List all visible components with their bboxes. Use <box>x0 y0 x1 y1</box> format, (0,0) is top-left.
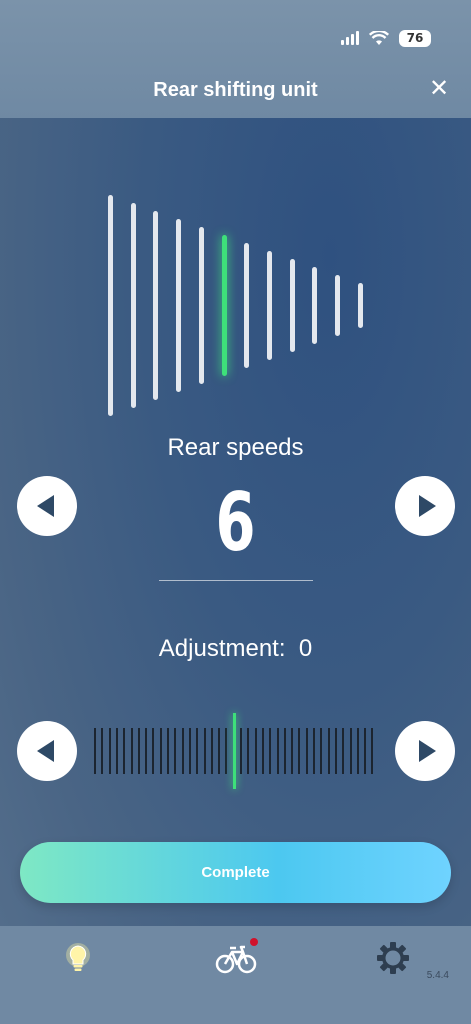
adjustment-tick <box>261 728 264 774</box>
gear-bar <box>108 195 113 416</box>
wifi-icon <box>369 30 389 45</box>
divider <box>159 580 313 581</box>
lightbulb-icon <box>66 943 90 971</box>
adjustment-tick <box>283 728 286 774</box>
complete-button[interactable]: Complete <box>20 842 451 903</box>
adjustment-tick <box>181 728 184 774</box>
adjustment-tick <box>145 728 148 774</box>
adjustment-tick <box>174 728 177 774</box>
gear-bar <box>221 235 227 376</box>
status-bar: 76 <box>341 28 431 48</box>
gear-bar <box>176 219 182 392</box>
adjustment-tick <box>188 728 191 774</box>
close-icon[interactable]: ✕ <box>429 77 449 101</box>
page-title: Rear shifting unit <box>153 79 318 101</box>
gear-bar <box>312 267 318 344</box>
gear-bar <box>130 203 136 408</box>
nav-item-tips[interactable] <box>58 938 98 978</box>
top-bar: 76 Rear shifting unit ✕ <box>0 0 471 118</box>
adjustment-decrease-button[interactable] <box>17 721 77 781</box>
triangle-left-icon <box>36 495 54 517</box>
adjustment-tick <box>130 728 133 774</box>
rear-speeds-label: Rear speeds <box>167 434 304 461</box>
adjustment-tick <box>159 728 162 774</box>
adjustment-tick <box>115 728 118 774</box>
adjustment-tick <box>101 728 104 774</box>
triangle-right-icon <box>418 495 436 517</box>
notification-badge <box>250 938 258 946</box>
nav-item-bike[interactable] <box>214 938 260 978</box>
gear-icon <box>377 942 409 974</box>
adjustment-tick <box>313 728 315 774</box>
adjustment-tick <box>203 728 206 774</box>
adjustment-tick <box>327 728 330 774</box>
adjustment-increase-button[interactable] <box>395 721 455 781</box>
gear-bar <box>244 243 250 368</box>
adjustment-tick <box>305 728 308 774</box>
nav-item-settings[interactable] <box>373 938 413 978</box>
adjustment-tick <box>298 728 301 774</box>
adjustment-tick <box>210 728 213 774</box>
adjustment-tick <box>232 713 236 789</box>
adjustment-tick <box>276 728 279 774</box>
adjustment-tick <box>94 728 96 774</box>
gear-bar <box>153 211 159 400</box>
triangle-right-icon <box>418 740 436 762</box>
adjustment-tick <box>269 728 272 774</box>
adjustment-tick <box>240 728 242 774</box>
bottom-nav: 5.4.4 <box>0 926 471 1024</box>
adjustment-tick <box>254 728 257 774</box>
gear-bar <box>289 259 295 352</box>
adjustment-tick <box>108 728 111 774</box>
adjustment-tick <box>196 728 199 774</box>
rear-speed-increase-button[interactable] <box>395 476 455 536</box>
adjustment-tick <box>334 728 337 774</box>
adjustment-row: Adjustment: 0 <box>0 635 471 663</box>
adjustment-tick <box>137 728 140 774</box>
adjustment-tick <box>364 728 367 774</box>
adjustment-tick <box>247 728 250 774</box>
gear-bar <box>335 275 340 336</box>
rear-speed-value: 6 <box>215 476 256 569</box>
adjustment-value: 0 <box>298 635 313 662</box>
triangle-left-icon <box>36 740 54 762</box>
battery-indicator: 76 <box>399 29 431 47</box>
adjustment-tick <box>123 728 126 774</box>
cellular-signal-icon <box>341 31 359 45</box>
adjustment-tick <box>167 728 169 774</box>
adjustment-tick <box>152 728 155 774</box>
adjustment-tick <box>342 728 345 774</box>
gear-bar <box>198 227 204 384</box>
adjustment-tick <box>225 728 228 774</box>
adjustment-label: Adjustment: <box>158 635 286 662</box>
adjustment-tick <box>356 728 359 774</box>
adjustment-tick <box>371 728 374 774</box>
bicycle-icon <box>215 938 258 974</box>
adjustment-tick <box>349 728 352 774</box>
gear-bar <box>266 251 272 360</box>
gear-bar <box>357 283 363 328</box>
adjustment-tick <box>320 728 323 774</box>
adjustment-tick <box>291 728 294 774</box>
adjustment-tick <box>218 728 221 774</box>
app-version: 5.4.4 <box>426 970 449 981</box>
